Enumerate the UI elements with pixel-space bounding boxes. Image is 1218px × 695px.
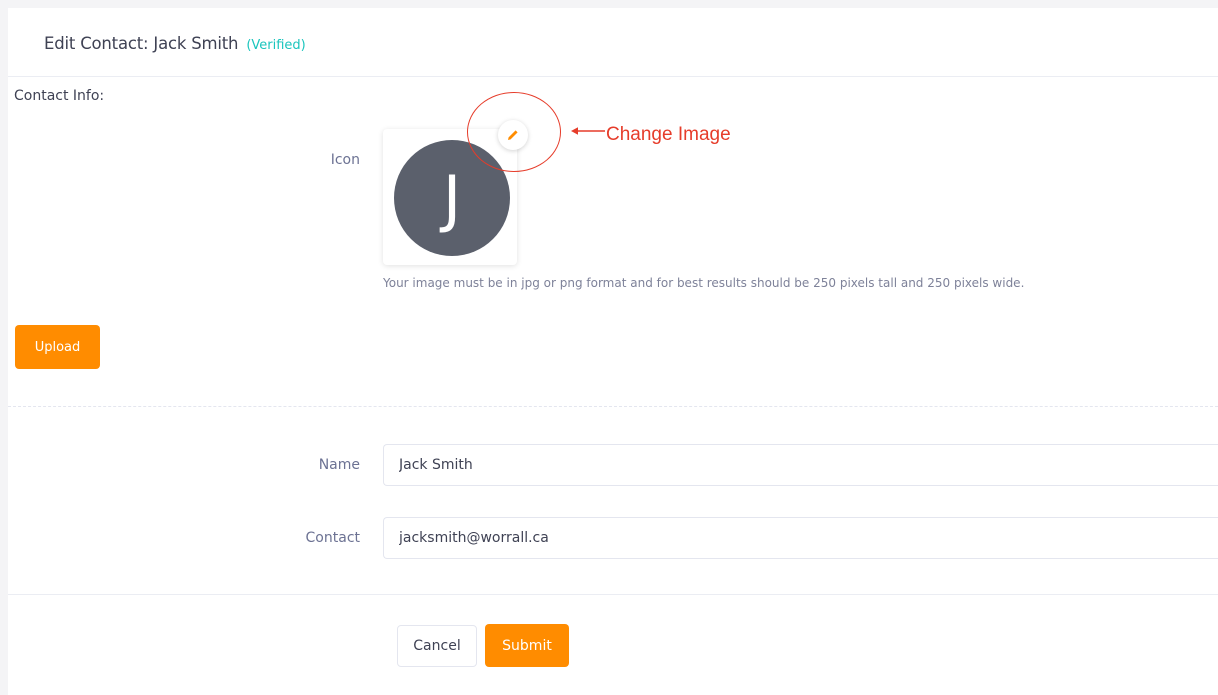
header-divider: [8, 76, 1218, 77]
image-hint: Your image must be in jpg or png format …: [383, 276, 1025, 290]
icon-label: Icon: [330, 152, 360, 168]
cancel-button[interactable]: Cancel: [397, 625, 477, 667]
name-input[interactable]: [383, 444, 1218, 486]
section-label: Contact Info:: [14, 88, 105, 104]
submit-button[interactable]: Submit: [485, 624, 569, 667]
page-title-text: Edit Contact: Jack Smith: [44, 34, 239, 53]
verified-badge: (Verified): [246, 38, 306, 53]
contact-label: Contact: [305, 530, 360, 546]
contact-input[interactable]: [383, 517, 1218, 559]
section-divider: [8, 406, 1218, 407]
annotation-arrow-icon: [571, 127, 605, 135]
annotation-ellipse: [467, 92, 561, 172]
page-title: Edit Contact: Jack Smith (Verified): [44, 34, 306, 53]
form-divider: [8, 594, 1218, 595]
annotation-text: Change Image: [606, 124, 731, 145]
edit-contact-card: Edit Contact: Jack Smith (Verified) Conta…: [8, 8, 1218, 695]
upload-button[interactable]: Upload: [15, 325, 100, 369]
name-label: Name: [318, 457, 360, 473]
